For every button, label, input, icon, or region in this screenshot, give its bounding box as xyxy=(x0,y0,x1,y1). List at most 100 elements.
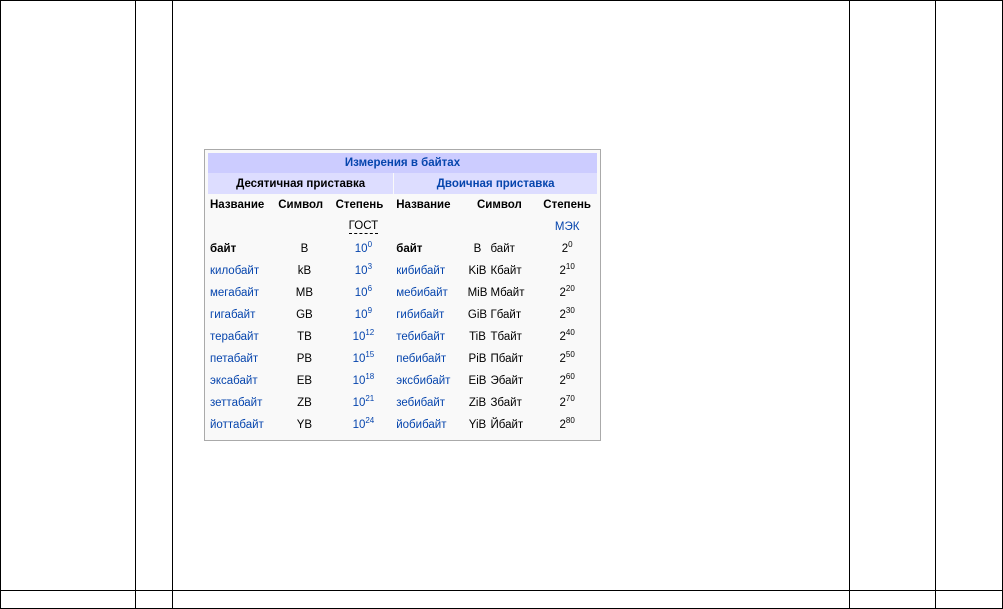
dec-power[interactable]: 103 xyxy=(334,260,394,282)
dec-power-exponent: 6 xyxy=(367,284,373,294)
bin-name-cell: байт xyxy=(394,238,461,260)
bin-power: 220 xyxy=(537,282,597,304)
binary-group-link[interactable]: Двоичная приставка xyxy=(437,178,555,190)
decimal-group-header: Десятичная приставка xyxy=(208,173,394,194)
dec-unit-link[interactable]: терабайт xyxy=(210,331,259,343)
dec-power-base: 10 xyxy=(352,375,366,387)
dec-power[interactable]: 109 xyxy=(334,304,394,326)
dec-power-base: 10 xyxy=(352,419,366,431)
col-header-bin-name: Название xyxy=(396,199,451,211)
dec-symbol: TB xyxy=(297,331,312,343)
dec-unit-link[interactable]: эксабайт xyxy=(210,375,258,387)
binary-group-header[interactable]: Двоичная приставка xyxy=(394,173,597,194)
bin-name-cell[interactable]: эксбибайт xyxy=(394,370,461,392)
dec-unit-link[interactable]: зеттабайт xyxy=(210,397,262,409)
dec-power-link[interactable]: 1018 xyxy=(352,372,375,387)
table-caption[interactable]: Измерения в байтах xyxy=(208,153,597,173)
bin-unit-link[interactable]: тебибайт xyxy=(396,331,445,343)
bin-power-exponent: 10 xyxy=(565,262,575,272)
dec-name-cell[interactable]: мегабайт xyxy=(208,282,275,304)
bin-unit-link[interactable]: кибибайт xyxy=(396,265,445,277)
dec-power[interactable]: 106 xyxy=(334,282,394,304)
dec-power-link[interactable]: 109 xyxy=(355,307,372,321)
dec-power-link[interactable]: 106 xyxy=(354,284,373,299)
dec-power-exponent: 15 xyxy=(365,350,375,360)
dec-power-link[interactable]: 1015 xyxy=(352,350,375,365)
bin-power: 260 xyxy=(537,370,597,392)
bin-name-cell[interactable]: кибибайт xyxy=(394,260,461,282)
bin-name-cell[interactable]: пебибайт xyxy=(394,348,461,370)
dec-name-cell[interactable]: петабайт xyxy=(208,348,275,370)
table-row: зеттабайт ZB 1021 зебибайт ZiB Збайт 270 xyxy=(208,392,597,414)
bin-symbol: YiB xyxy=(468,419,487,431)
dec-power-base: 10 xyxy=(354,287,368,299)
dec-name-cell[interactable]: терабайт xyxy=(208,326,275,348)
dec-power-link[interactable]: 100 xyxy=(354,241,372,255)
bin-unit-name: байт xyxy=(396,243,423,255)
bin-symbol-ru: байт xyxy=(490,243,515,255)
dec-power[interactable]: 100 xyxy=(334,238,394,260)
dec-power-link[interactable]: 1021 xyxy=(353,395,375,409)
dec-unit-link[interactable]: гигабайт xyxy=(210,309,255,321)
mek-standard-link[interactable]: МЭК xyxy=(555,221,580,233)
bin-unit-link[interactable]: гибибайт xyxy=(396,309,444,321)
bin-symbol-ru: Кбайт xyxy=(490,265,522,277)
dec-name-cell[interactable]: килобайт xyxy=(208,260,275,282)
dec-power[interactable]: 1021 xyxy=(334,392,394,414)
dec-unit-link[interactable]: петабайт xyxy=(210,353,258,365)
dec-power[interactable]: 1024 xyxy=(334,414,394,436)
bin-unit-link[interactable]: пебибайт xyxy=(396,353,446,365)
bin-name-cell[interactable]: йобибайт xyxy=(394,414,461,436)
table-row: эксабайт EB 1018 эксбибайт EiB Эбайт 260 xyxy=(208,370,597,392)
bin-symbol: TiB xyxy=(469,331,486,343)
column-headers: Название Символ Степень Название Символ … xyxy=(208,194,597,216)
dec-power[interactable]: 1018 xyxy=(334,370,394,392)
dec-unit-link[interactable]: йоттабайт xyxy=(210,419,264,431)
table-row: йоттабайт YB 1024 йобибайт YiB Йбайт 280 xyxy=(208,414,597,436)
bin-name-cell[interactable]: мебибайт xyxy=(394,282,461,304)
bin-name-cell[interactable]: зебибайт xyxy=(394,392,461,414)
dec-power-exponent: 24 xyxy=(365,416,375,426)
bin-unit-link[interactable]: зебибайт xyxy=(396,397,445,409)
dec-unit-name: байт xyxy=(210,243,237,255)
dec-symbol: EB xyxy=(296,375,313,387)
dec-name-cell[interactable]: зеттабайт xyxy=(208,392,275,414)
bin-symbol-ru: Збайт xyxy=(490,397,522,409)
frame-divider-1 xyxy=(135,0,136,609)
dec-power[interactable]: 1012 xyxy=(334,326,394,348)
dec-power[interactable]: 1015 xyxy=(334,348,394,370)
bin-unit-link[interactable]: мебибайт xyxy=(396,287,448,299)
col-header-dec-symbol: Символ xyxy=(278,199,324,211)
col-header-bin-power: Степень xyxy=(543,199,591,211)
bin-symbol-cell: KiB Кбайт xyxy=(462,260,536,282)
bin-power-exponent: 50 xyxy=(565,350,575,360)
frame-left-border xyxy=(0,0,1,609)
dec-name-cell[interactable]: эксабайт xyxy=(208,370,275,392)
bytes-infobox: Измерения в байтах Десятичная приставка … xyxy=(204,149,601,441)
table-row: килобайт kB 103 кибибайт KiB Кбайт 210 xyxy=(208,260,597,282)
dec-power-link[interactable]: 1012 xyxy=(353,328,375,343)
bin-unit-link[interactable]: йобибайт xyxy=(396,419,446,431)
dec-power-base: 10 xyxy=(352,353,366,365)
bin-power: 250 xyxy=(537,348,597,370)
table-row: мегабайт MB 106 мебибайт MiB Мбайт 220 xyxy=(208,282,597,304)
dec-name-cell[interactable]: гигабайт xyxy=(208,304,275,326)
dec-unit-link[interactable]: мегабайт xyxy=(210,287,259,299)
dec-unit-link[interactable]: килобайт xyxy=(210,265,259,277)
table-row: гигабайт GB 109 гибибайт GiB Гбайт 230 xyxy=(208,304,597,326)
bin-power-exponent: 0 xyxy=(568,240,573,250)
bin-unit-link[interactable]: эксбибайт xyxy=(396,375,450,387)
dec-power-exponent: 18 xyxy=(365,372,375,382)
bin-name-cell[interactable]: гибибайт xyxy=(394,304,461,326)
gost-standard[interactable]: ГОСТ xyxy=(348,220,379,234)
dec-power-link[interactable]: 103 xyxy=(355,263,372,277)
table-caption-link[interactable]: Измерения в байтах xyxy=(345,157,460,169)
dec-power-base: 10 xyxy=(354,243,368,255)
dec-name-cell[interactable]: йоттабайт xyxy=(208,414,275,436)
dec-name-cell: байт xyxy=(208,238,275,260)
bin-name-cell[interactable]: тебибайт xyxy=(394,326,461,348)
dec-power-link[interactable]: 1024 xyxy=(352,416,375,431)
frame-bottom-divider xyxy=(0,590,1003,591)
dec-power-exponent: 12 xyxy=(365,328,375,338)
bin-symbol-cell: YiB Йбайт xyxy=(462,414,536,436)
